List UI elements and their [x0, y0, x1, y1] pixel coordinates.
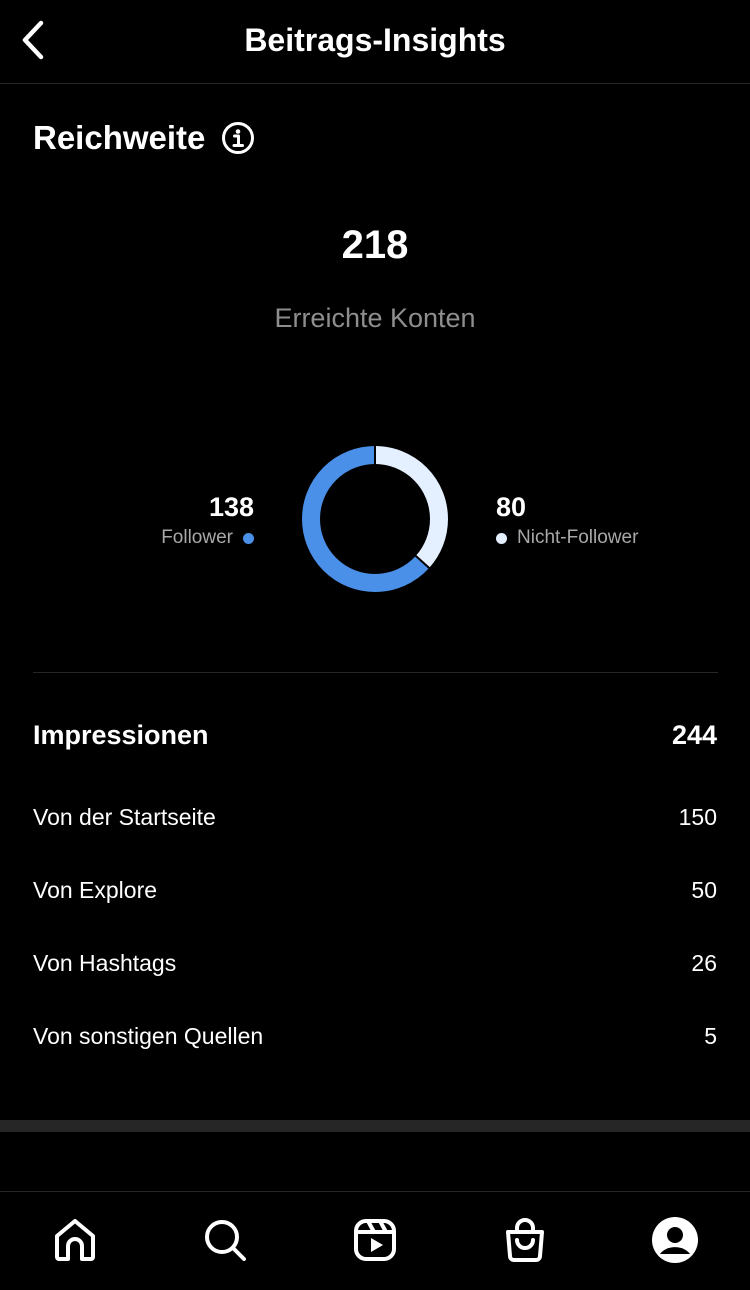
impressions-label: Impressionen	[33, 720, 209, 750]
source-label: Von Explore	[33, 877, 158, 903]
reach-section-header: Reichweite	[33, 116, 255, 160]
top-bar: Beitrags-Insights	[0, 0, 750, 84]
follower-legend: 138 Follower	[161, 490, 254, 551]
search-icon	[205, 1220, 246, 1261]
page-title: Beitrags-Insights	[244, 22, 506, 58]
tab-search[interactable]	[199, 1214, 251, 1266]
shop-icon	[506, 1218, 544, 1262]
accounts-reached-count: 218	[341, 223, 409, 267]
follower-label: Follower	[161, 527, 233, 548]
source-label: Von Hashtags	[33, 950, 177, 976]
follower-dot-icon	[243, 532, 254, 544]
reels-icon	[354, 1219, 396, 1261]
reach-donut-chart	[300, 444, 450, 594]
list-item: Von der Startseite 150	[33, 798, 717, 871]
home-icon	[55, 1219, 95, 1261]
follower-count: 138	[208, 492, 254, 522]
tab-profile[interactable]	[649, 1214, 701, 1266]
non-follower-label: Nicht-Follower	[517, 527, 639, 548]
section-separator	[0, 1120, 750, 1132]
tab-shop[interactable]	[499, 1214, 551, 1266]
list-item: Von Hashtags 26	[33, 944, 717, 1017]
list-item: Von Explore 50	[33, 871, 717, 944]
donut-svg	[302, 445, 448, 592]
tab-home[interactable]	[49, 1214, 101, 1266]
source-value: 26	[691, 950, 717, 976]
section-divider	[33, 672, 718, 673]
info-icon[interactable]	[221, 121, 255, 155]
section-title: Reichweite	[33, 119, 206, 156]
source-value: 5	[704, 1023, 717, 1049]
accounts-reached-label: Erreichte Konten	[274, 303, 476, 333]
non-follower-dot-icon	[496, 532, 507, 544]
source-label: Von sonstigen Quellen	[33, 1023, 264, 1049]
profile-icon	[652, 1217, 698, 1263]
impressions-value: 244	[671, 720, 717, 750]
impressions-row: Impressionen 244	[33, 716, 717, 754]
source-label: Von der Startseite	[33, 804, 216, 830]
bottom-tab-bar	[0, 1191, 750, 1290]
tab-reels[interactable]	[349, 1214, 401, 1266]
source-value: 150	[678, 804, 717, 830]
non-follower-count: 80	[496, 492, 527, 522]
source-value: 50	[691, 877, 717, 903]
non-follower-legend: 80 Nicht-Follower	[496, 490, 638, 551]
list-item: Von sonstigen Quellen 5	[33, 1017, 717, 1090]
impression-sources: Von der Startseite 150 Von Explore 50 Vo…	[33, 798, 717, 1090]
